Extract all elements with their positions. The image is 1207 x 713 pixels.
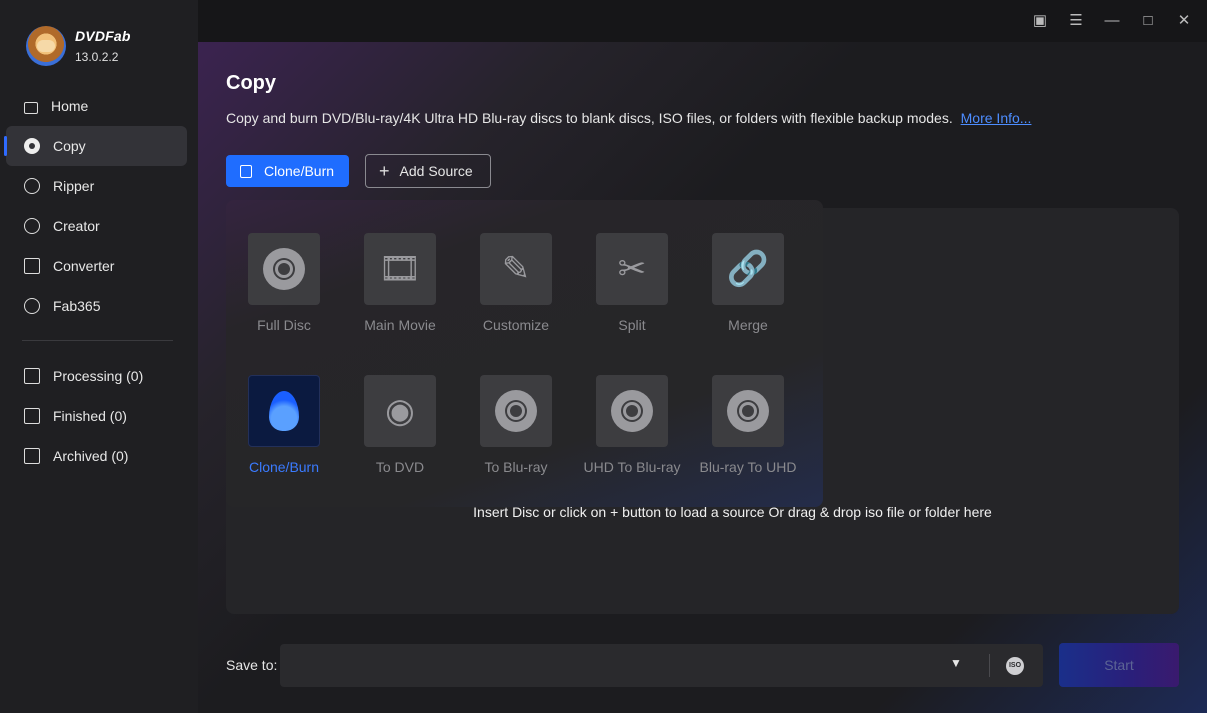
mode-label: To DVD <box>375 459 425 475</box>
mode-split[interactable]: ✂ Split <box>580 233 684 333</box>
sidebar-divider <box>22 340 173 341</box>
mode-label: Full Disc <box>257 317 311 333</box>
mode-button-label: Clone/Burn <box>264 163 335 179</box>
mode-label: Main Movie <box>364 317 436 333</box>
archived-icon <box>24 448 40 464</box>
copy-mode-panel: Full Disc 🎞 Main Movie ✎ Customize ✂ Spl… <box>226 200 823 507</box>
sidebar-item-label: Copy <box>53 138 86 154</box>
mode-label: Split <box>618 317 646 333</box>
skin-icon[interactable]: ▣ <box>1031 12 1049 30</box>
sidebar-item-label: Fab365 <box>53 298 101 314</box>
sidebar-item-converter[interactable]: Converter <box>6 246 187 286</box>
finished-icon <box>24 408 40 424</box>
app-version: 13.0.2.2 <box>75 50 119 64</box>
save-divider <box>989 654 990 677</box>
sidebar-item-label: Creator <box>53 218 100 234</box>
save-to-field[interactable]: ▼ ISO <box>280 644 1043 687</box>
page-description: Copy and burn DVD/Blu-ray/4K Ultra HD Bl… <box>226 110 1031 126</box>
app-name: DVDFab <box>75 28 131 44</box>
mode-full-disc[interactable]: Full Disc <box>232 233 336 333</box>
sidebar-item-ripper[interactable]: Ripper <box>6 166 187 206</box>
mode-label: Blu-ray To UHD <box>699 459 797 475</box>
chevron-down-icon[interactable]: ▼ <box>950 656 962 670</box>
sidebar-item-label: Archived (0) <box>53 448 129 464</box>
clone-burn-mode-button[interactable]: Clone/Burn <box>226 155 349 187</box>
fab365-icon <box>24 298 40 314</box>
bluray-to-dvd-icon: ◉ <box>385 392 415 430</box>
mode-main-movie[interactable]: 🎞 Main Movie <box>348 233 452 333</box>
mode-uhd-to-bluray[interactable]: UHD To Blu-ray <box>580 375 684 475</box>
title-bar: ▣ ☰ — □ ✕ <box>198 0 1207 42</box>
maximize-icon[interactable]: □ <box>1139 12 1157 30</box>
add-source-button[interactable]: + Add Source <box>365 154 491 188</box>
processing-icon <box>24 368 40 384</box>
sidebar-item-archived[interactable]: Archived (0) <box>6 436 187 476</box>
sidebar-item-processing[interactable]: Processing (0) <box>6 356 187 396</box>
plus-icon: + <box>379 161 390 181</box>
add-source-label: Add Source <box>399 163 473 179</box>
mode-customize[interactable]: ✎ Customize <box>464 233 568 333</box>
uhd-target-disc-icon <box>727 390 769 432</box>
mode-bluray-to-uhd[interactable]: Blu-ray To UHD <box>696 375 800 475</box>
sidebar-item-finished[interactable]: Finished (0) <box>6 396 187 436</box>
mode-label: To Blu-ray <box>484 459 548 475</box>
main-content: Copy Copy and burn DVD/Blu-ray/4K Ultra … <box>198 42 1207 713</box>
sidebar-item-fab365[interactable]: Fab365 <box>6 286 187 326</box>
sidebar-item-label: Finished (0) <box>53 408 127 424</box>
description-text: Copy and burn DVD/Blu-ray/4K Ultra HD Bl… <box>226 110 953 126</box>
flame-icon <box>269 391 299 431</box>
start-button[interactable]: Start <box>1059 643 1179 687</box>
sidebar-item-creator[interactable]: Creator <box>6 206 187 246</box>
mode-to-dvd[interactable]: ◉ To DVD <box>348 375 452 475</box>
edit-icon: ✎ <box>501 250 531 288</box>
iso-icon[interactable]: ISO <box>1006 657 1024 675</box>
main-nav: Home Copy Ripper Creator Converter Fab36… <box>4 86 187 326</box>
queue-nav: Processing (0) Finished (0) Archived (0) <box>6 356 187 476</box>
sidebar: DVDFab 13.0.2.2 Home Copy Ripper Creator… <box>0 0 198 713</box>
copy-disc-icon <box>24 138 40 154</box>
link-icon: 🔗 <box>726 250 770 288</box>
converter-icon <box>24 258 40 274</box>
sidebar-item-label: Processing (0) <box>53 368 144 384</box>
close-icon[interactable]: ✕ <box>1175 12 1193 30</box>
sidebar-item-label: Ripper <box>53 178 95 194</box>
dvdfab-logo-icon <box>26 26 66 66</box>
bluray-disc-icon <box>495 390 537 432</box>
page-title: Copy <box>226 72 276 94</box>
save-to-label: Save to: <box>226 657 278 673</box>
mode-icon <box>240 164 252 178</box>
sidebar-item-home[interactable]: Home <box>6 86 187 126</box>
more-info-link[interactable]: More Info... <box>961 110 1032 126</box>
creator-icon <box>24 218 40 234</box>
disc-icon <box>263 248 305 290</box>
mode-label: Merge <box>728 317 768 333</box>
brand: DVDFab 13.0.2.2 <box>26 26 131 66</box>
menu-icon[interactable]: ☰ <box>1067 12 1085 30</box>
home-icon <box>24 101 38 114</box>
mode-label: UHD To Blu-ray <box>583 459 681 475</box>
mode-clone-burn[interactable]: Clone/Burn <box>232 375 336 475</box>
minimize-icon[interactable]: — <box>1103 12 1121 30</box>
mode-label: Clone/Burn <box>248 459 320 475</box>
ripper-icon <box>24 178 40 194</box>
mode-label: Customize <box>482 317 550 333</box>
uhd-disc-icon <box>611 390 653 432</box>
mode-merge[interactable]: 🔗 Merge <box>696 233 800 333</box>
sidebar-item-label: Home <box>51 98 89 114</box>
split-icon: ✂ <box>617 250 647 288</box>
sidebar-item-copy[interactable]: Copy <box>4 126 187 166</box>
film-icon: 🎞 <box>378 250 422 288</box>
sidebar-item-label: Converter <box>53 258 115 274</box>
mode-to-bluray[interactable]: To Blu-ray <box>464 375 568 475</box>
